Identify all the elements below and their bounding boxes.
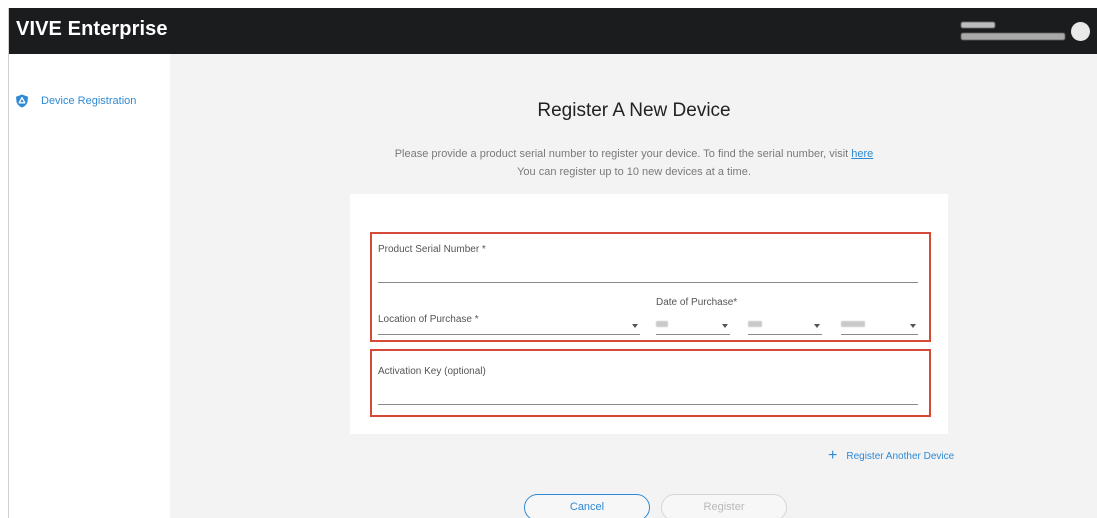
activation-key-label: Activation Key (optional) [378,366,486,377]
cancel-button[interactable]: Cancel [524,494,650,518]
chevron-down-icon [910,324,916,328]
user-name-redacted[interactable] [961,20,1065,42]
year-underline [841,334,918,335]
serial-help-link[interactable]: here [851,148,873,160]
activation-key-input[interactable] [378,382,918,402]
month-underline [656,334,730,335]
register-another-device-label: Register Another Device [846,450,955,462]
redacted-value [841,321,865,327]
register-button[interactable]: Register [661,494,787,518]
page-title: Register A New Device [537,100,731,121]
sidebar-item-label: Device Registration [41,95,137,107]
serial-number-input[interactable] [378,262,918,282]
page-description-limit: You can register up to 10 new devices at… [517,166,751,178]
purchase-year-select[interactable] [841,316,918,334]
chevron-down-icon [814,324,820,328]
top-bar: VIVE Enterprise [9,8,1097,54]
serial-number-underline [378,282,918,283]
redacted-value [748,321,762,327]
register-another-device-button[interactable]: + Register Another Device [828,448,954,464]
avatar[interactable] [1071,22,1090,41]
sidebar: Device Registration [9,54,170,518]
redacted-value [656,321,668,327]
chevron-down-icon [722,324,728,328]
description-text: Please provide a product serial number t… [394,148,852,160]
main-content: Register A New Device Please provide a p… [170,54,1097,518]
plus-icon: + [828,447,838,464]
registration-form-card: Product Serial Number * Date of Purchase… [350,194,948,434]
date-of-purchase-label: Date of Purchase* [656,297,738,308]
activation-key-underline [378,404,918,405]
purchase-month-select[interactable] [656,316,730,334]
chevron-down-icon [632,324,638,328]
location-underline [378,334,640,335]
app-frame: VIVE Enterprise Device Registration Regi… [8,8,1097,518]
location-of-purchase-select[interactable] [378,316,640,334]
page-description: Please provide a product serial number t… [170,148,1097,160]
serial-number-label: Product Serial Number * [378,244,486,255]
day-underline [748,334,822,335]
shield-icon [16,94,28,108]
sidebar-item-device-registration[interactable]: Device Registration [15,94,136,108]
purchase-day-select[interactable] [748,316,822,334]
brand-title: VIVE Enterprise [16,18,168,40]
